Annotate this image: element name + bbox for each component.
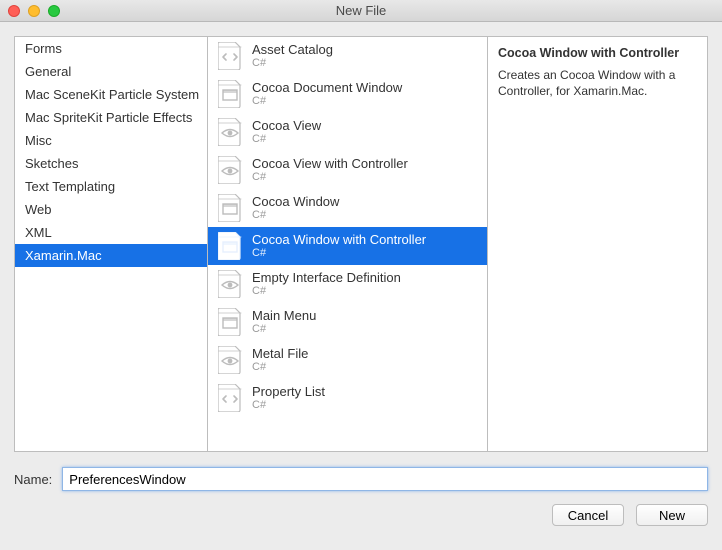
template-item[interactable]: Metal FileC# [208,341,487,379]
minimize-window-button[interactable] [28,5,40,17]
category-item[interactable]: Xamarin.Mac [15,244,207,267]
template-sublabel: C# [252,171,408,184]
template-sublabel: C# [252,323,316,336]
template-text: Cocoa Document WindowC# [252,80,402,109]
template-item[interactable]: Cocoa Window with ControllerC# [208,227,487,265]
template-text: Cocoa WindowC# [252,194,339,223]
template-label: Main Menu [252,308,316,324]
detail-title: Cocoa Window with Controller [498,45,697,63]
view-file-icon [216,345,244,375]
titlebar: New File [0,0,722,22]
template-sublabel: C# [252,247,426,260]
template-item[interactable]: Cocoa Document WindowC# [208,75,487,113]
name-input[interactable] [62,467,708,491]
template-text: Asset CatalogC# [252,42,333,71]
maximize-window-button[interactable] [48,5,60,17]
template-item[interactable]: Empty Interface DefinitionC# [208,265,487,303]
category-item[interactable]: General [15,60,207,83]
view-file-icon [216,155,244,185]
category-item[interactable]: XML [15,221,207,244]
new-button[interactable]: New [636,504,708,526]
category-item[interactable]: Text Templating [15,175,207,198]
template-item[interactable]: Asset CatalogC# [208,37,487,75]
template-label: Cocoa Document Window [252,80,402,96]
window-file-icon [216,79,244,109]
template-sublabel: C# [252,399,325,412]
template-label: Cocoa View [252,118,321,134]
template-sublabel: C# [252,133,321,146]
template-sublabel: C# [252,95,402,108]
code-file-icon [216,41,244,71]
category-item[interactable]: Mac SceneKit Particle System [15,83,207,106]
template-text: Main MenuC# [252,308,316,337]
window-file-icon [216,193,244,223]
template-item[interactable]: Main MenuC# [208,303,487,341]
window-file-icon [216,307,244,337]
template-text: Cocoa View with ControllerC# [252,156,408,185]
close-window-button[interactable] [8,5,20,17]
template-sublabel: C# [252,57,333,70]
category-item[interactable]: Forms [15,37,207,60]
template-label: Cocoa Window [252,194,339,210]
template-label: Metal File [252,346,308,362]
cancel-button[interactable]: Cancel [552,504,624,526]
template-item[interactable]: Cocoa ViewC# [208,113,487,151]
name-row: Name: [0,460,722,498]
template-text: Empty Interface DefinitionC# [252,270,401,299]
category-list[interactable]: FormsGeneralMac SceneKit Particle System… [14,36,208,452]
button-row: Cancel New [0,498,722,540]
template-label: Empty Interface Definition [252,270,401,286]
code-file-icon [216,383,244,413]
template-item[interactable]: Property ListC# [208,379,487,417]
template-item[interactable]: Cocoa View with ControllerC# [208,151,487,189]
template-text: Cocoa ViewC# [252,118,321,147]
template-text: Metal FileC# [252,346,308,375]
main-panels: FormsGeneralMac SceneKit Particle System… [0,22,722,460]
window-file-icon [216,231,244,261]
template-sublabel: C# [252,285,401,298]
view-file-icon [216,269,244,299]
template-label: Property List [252,384,325,400]
window-title: New File [0,3,722,18]
view-file-icon [216,117,244,147]
category-item[interactable]: Misc [15,129,207,152]
template-text: Cocoa Window with ControllerC# [252,232,426,261]
template-list[interactable]: Asset CatalogC#Cocoa Document WindowC#Co… [208,36,488,452]
name-label: Name: [14,472,52,487]
template-text: Property ListC# [252,384,325,413]
category-item[interactable]: Web [15,198,207,221]
traffic-lights [8,5,60,17]
category-item[interactable]: Mac SpriteKit Particle Effects [15,106,207,129]
template-label: Cocoa Window with Controller [252,232,426,248]
detail-description: Creates an Cocoa Window with a Controlle… [498,67,697,101]
template-item[interactable]: Cocoa WindowC# [208,189,487,227]
category-item[interactable]: Sketches [15,152,207,175]
template-sublabel: C# [252,209,339,222]
detail-panel: Cocoa Window with Controller Creates an … [488,36,708,452]
template-label: Asset Catalog [252,42,333,58]
template-sublabel: C# [252,361,308,374]
template-label: Cocoa View with Controller [252,156,408,172]
